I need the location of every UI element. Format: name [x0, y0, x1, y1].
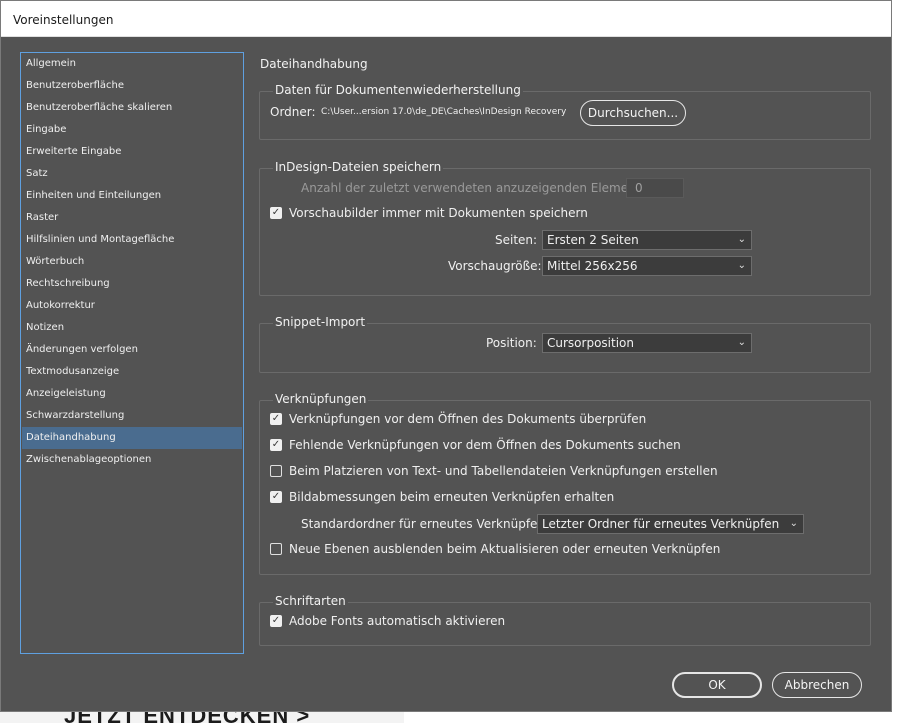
hide-layers-label: Neue Ebenen ausblenden beim Aktualisiere… — [289, 542, 721, 556]
sidebar-item-rechtschreibung[interactable]: Rechtschreibung — [22, 273, 242, 295]
background-web-banner: JETZT ENTDECKEN > — [0, 712, 404, 723]
preserve-dims-label: Bildabmessungen beim erneuten Verknüpfen… — [289, 490, 615, 504]
fonts-group-label: Schriftarten — [273, 594, 348, 608]
sidebar-item-benutzeroberflaeche[interactable]: Benutzeroberfläche — [22, 75, 242, 97]
sidebar-item-anzeigeleistung[interactable]: Anzeigeleistung — [22, 383, 242, 405]
auto-activate-fonts-label: Adobe Fonts automatisch aktivieren — [289, 614, 506, 628]
default-folder-label: Standardordner für erneutes Verknüpfen: — [301, 517, 550, 531]
hide-layers-checkbox[interactable] — [270, 543, 282, 555]
preview-size-select[interactable]: Mittel 256x256 ⌄ — [542, 256, 752, 276]
pages-select-value: Ersten 2 Seiten — [547, 233, 639, 247]
title-bar[interactable]: Voreinstellungen — [1, 1, 891, 37]
sidebar-item-hilfslinien[interactable]: Hilfslinien und Montagefläche — [22, 229, 242, 251]
chevron-down-icon: ⌄ — [789, 518, 798, 529]
create-links-label: Beim Platzieren von Text- und Tabellenda… — [289, 464, 718, 478]
auto-activate-fonts-checkbox[interactable]: ✓ — [270, 615, 282, 627]
check-before-open-checkbox[interactable]: ✓ — [270, 413, 282, 425]
position-select-value: Cursorposition — [547, 336, 634, 350]
section-title: Dateihandhabung — [260, 57, 368, 71]
save-group-label: InDesign-Dateien speichern — [273, 160, 444, 174]
find-missing-checkbox[interactable]: ✓ — [270, 439, 282, 451]
preserve-dims-checkbox[interactable]: ✓ — [270, 491, 282, 503]
folder-label: Ordner: — [270, 105, 316, 119]
default-folder-value: Letzter Ordner für erneutes Verknüpfen — [542, 517, 780, 531]
sidebar-item-woerterbuch[interactable]: Wörterbuch — [22, 251, 242, 273]
sidebar-item-benutzeroberflaeche-skalieren[interactable]: Benutzeroberfläche skalieren — [22, 97, 242, 119]
position-select[interactable]: Cursorposition ⌄ — [542, 333, 752, 353]
preferences-sidebar: Allgemein Benutzeroberfläche Benutzerobe… — [20, 52, 244, 654]
sidebar-item-textmodusanzeige[interactable]: Textmodusanzeige — [22, 361, 242, 383]
sidebar-item-notizen[interactable]: Notizen — [22, 317, 242, 339]
sidebar-item-autokorrektur[interactable]: Autokorrektur — [22, 295, 242, 317]
check-before-open-label: Verknüpfungen vor dem Öffnen des Dokumen… — [289, 412, 647, 426]
sidebar-item-satz[interactable]: Satz — [22, 163, 242, 185]
recent-items-label: Anzahl der zuletzt verwendeten anzuzeige… — [301, 181, 652, 195]
recent-items-input[interactable]: 0 — [626, 178, 684, 198]
sidebar-item-raster[interactable]: Raster — [22, 207, 242, 229]
sidebar-item-eingabe[interactable]: Eingabe — [22, 119, 242, 141]
default-folder-select[interactable]: Letzter Ordner für erneutes Verknüpfen ⌄ — [537, 514, 804, 534]
browse-button[interactable]: Durchsuchen... — [580, 100, 686, 126]
snippet-group-label: Snippet-Import — [273, 315, 368, 329]
window-title: Voreinstellungen — [13, 13, 114, 27]
cancel-button[interactable]: Abbrechen — [772, 672, 862, 698]
sidebar-item-einheiten[interactable]: Einheiten und Einteilungen — [22, 185, 242, 207]
chevron-down-icon: ⌄ — [737, 260, 746, 271]
sidebar-item-zwischenablage[interactable]: Zwischenablageoptionen — [22, 449, 242, 471]
sidebar-item-erweiterte-eingabe[interactable]: Erweiterte Eingabe — [22, 141, 242, 163]
create-links-checkbox[interactable] — [270, 465, 282, 477]
thumbnails-checkbox[interactable]: ✓ — [270, 207, 282, 219]
pages-select[interactable]: Ersten 2 Seiten ⌄ — [542, 230, 752, 250]
ok-button[interactable]: OK — [672, 672, 762, 698]
recovery-group-label: Daten für Dokumentenwiederherstellung — [273, 83, 523, 97]
links-group-label: Verknüpfungen — [273, 392, 369, 406]
find-missing-label: Fehlende Verknüpfungen vor dem Öffnen de… — [289, 438, 681, 452]
preferences-dialog: Voreinstellungen Allgemein Benutzeroberf… — [0, 0, 892, 712]
sidebar-item-allgemein[interactable]: Allgemein — [22, 53, 242, 75]
pages-label: Seiten: — [495, 233, 538, 247]
preview-size-value: Mittel 256x256 — [547, 259, 638, 273]
sidebar-item-schwarzdarstellung[interactable]: Schwarzdarstellung — [22, 405, 242, 427]
folder-path: C:\User...ersion 17.0\de_DE\Caches\InDes… — [321, 107, 567, 117]
thumbnails-label: Vorschaubilder immer mit Dokumenten spei… — [289, 206, 588, 220]
chevron-down-icon: ⌄ — [737, 234, 746, 245]
preview-size-label: Vorschaugröße: — [448, 259, 542, 273]
sidebar-item-dateihandhabung[interactable]: Dateihandhabung — [22, 427, 242, 449]
position-label: Position: — [486, 336, 537, 350]
sidebar-item-aenderungen[interactable]: Änderungen verfolgen — [22, 339, 242, 361]
background-blank — [404, 712, 898, 723]
chevron-down-icon: ⌄ — [737, 337, 746, 348]
background-banner-text: JETZT ENTDECKEN > — [64, 712, 310, 723]
